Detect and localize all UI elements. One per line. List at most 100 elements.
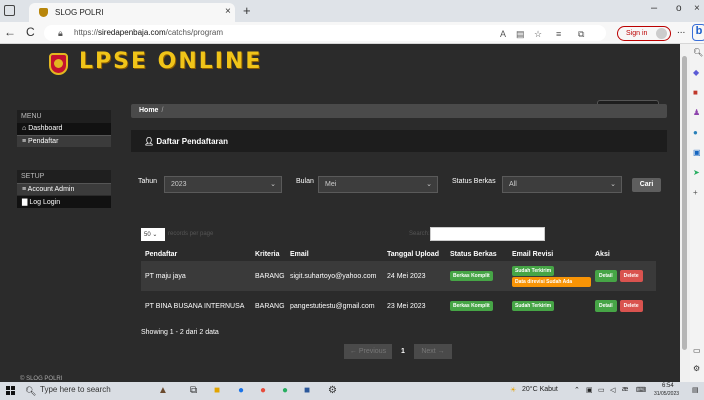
detail-button[interactable]: Detail xyxy=(595,270,617,282)
status-berkas-select[interactable]: All ⌄ xyxy=(502,176,622,193)
reader-view-icon[interactable]: ▤ xyxy=(516,29,525,40)
reload-icon[interactable]: C xyxy=(26,25,35,39)
column-header[interactable]: Aksi xyxy=(591,247,656,261)
notifications-icon[interactable]: ▤ xyxy=(692,386,699,394)
office-icon[interactable]: ● xyxy=(693,128,698,137)
sidebar-item-dashboard[interactable]: ⌂ Dashboard xyxy=(17,123,111,135)
tab-actions-icon[interactable] xyxy=(4,5,15,16)
showing-count: Showing 1 - 2 dari 2 data xyxy=(141,329,219,336)
url-field[interactable]: 🔒︎ https://siredapenbaja.com/catchs/prog… xyxy=(44,25,606,41)
window-close-button[interactable]: × xyxy=(694,3,700,14)
delete-button[interactable]: Delete xyxy=(619,270,643,282)
panel-header: 👤︎ Daftar Pendaftaran xyxy=(131,130,667,152)
volume-icon[interactable]: ◁ xyxy=(610,386,615,394)
add-icon[interactable]: + xyxy=(693,188,698,197)
read-aloud-icon[interactable]: A xyxy=(500,29,506,39)
whatsapp-icon[interactable]: ● xyxy=(282,385,288,396)
scrollbar-thumb[interactable] xyxy=(682,56,687,350)
column-header[interactable]: Status Berkas xyxy=(446,247,508,261)
network-icon[interactable]: ▣ xyxy=(586,386,593,394)
search-input[interactable] xyxy=(430,227,545,241)
status-badge: Berkas Komplit xyxy=(450,271,493,281)
bulan-select[interactable]: Mei ⌄ xyxy=(318,176,438,193)
collections-icon[interactable]: ⧉ xyxy=(578,29,584,40)
browser-tab[interactable]: SLOG POLRI × xyxy=(29,3,235,22)
cari-button[interactable]: Cari xyxy=(632,178,661,192)
tray-chevron-up-icon[interactable]: ⌃ xyxy=(574,386,580,394)
column-header[interactable]: Email xyxy=(286,247,383,261)
tahun-value: 2023 xyxy=(171,181,187,188)
favorites-list-icon[interactable]: ≡ xyxy=(556,29,561,39)
lock-icon[interactable]: 🔒︎ xyxy=(58,28,63,39)
bulan-label: Bulan xyxy=(296,178,314,185)
outlook-icon[interactable]: ▣ xyxy=(693,148,701,157)
search-icon[interactable]: 🔍︎ xyxy=(693,48,703,57)
profile-avatar-icon xyxy=(656,28,667,39)
windows-taskbar: 🔍︎ Type here to search ▲ ⧉ ■ ● ● ● ■ ⚙ ☀… xyxy=(0,382,704,400)
email-cell: sigit.suhartoyo@yahoo.com xyxy=(286,261,383,291)
sidebar-item-pendaftar[interactable]: ≡ Pendaftar xyxy=(17,135,111,147)
windows-start-icon[interactable] xyxy=(6,386,16,396)
clock-date[interactable]: 31/05/2023 xyxy=(654,391,679,397)
task-view-icon[interactable]: ⧉ xyxy=(190,385,197,396)
keyboard-icon[interactable]: ⌨ xyxy=(636,386,646,394)
favorite-star-icon[interactable]: ☆ xyxy=(534,29,542,40)
next-page-button[interactable]: Next → xyxy=(414,344,452,359)
kriteria-cell: BARANG xyxy=(251,291,286,321)
address-bar: ← C 🔒︎ https://siredapenbaja.com/catchs/… xyxy=(0,22,704,44)
delete-button[interactable]: Delete xyxy=(619,300,643,312)
language-icon[interactable]: æ xyxy=(622,386,628,393)
bing-chat-icon[interactable]: b xyxy=(692,24,704,41)
list-icon: ≡ xyxy=(22,138,27,145)
sidebar: MENU ⌂ Dashboard ≡ Pendaftar SETUP ≡ Acc… xyxy=(17,104,111,354)
more-options-icon[interactable]: ... xyxy=(677,25,685,36)
split-screen-icon[interactable]: ▭ xyxy=(693,346,701,355)
battery-icon[interactable]: ▭ xyxy=(598,386,605,394)
send-icon[interactable]: ➤ xyxy=(693,168,700,177)
records-per-page-select[interactable]: 50 ⌄ xyxy=(141,228,165,241)
column-header[interactable]: Pendaftar xyxy=(141,247,251,261)
file-explorer-icon[interactable]: ■ xyxy=(214,385,220,396)
tahun-label: Tahun xyxy=(138,178,158,185)
edge-sidebar: 🔍︎ ◆ ■ ♟ ● ▣ ➤ + ▭ ⚙ xyxy=(690,44,704,382)
email-revisi-cell: Sudah Terkirim Data direvisi Sudah Ada xyxy=(508,261,591,291)
table-row: PT maju jaya BARANG sigit.suhartoyo@yaho… xyxy=(141,261,656,291)
sidebar-item-log-login[interactable]: ▇ Log Login xyxy=(17,196,111,208)
shopping-icon[interactable]: ◆ xyxy=(693,68,699,77)
word-icon[interactable]: ■ xyxy=(304,385,310,396)
email-cell: pangestutiestu@gmail.com xyxy=(286,291,383,321)
menu-heading: MENU xyxy=(17,110,111,123)
window-minimize-button[interactable]: – xyxy=(651,2,657,14)
page-1-button[interactable]: 1 xyxy=(394,344,412,359)
detail-button[interactable]: Detail xyxy=(595,300,617,312)
tab-close-icon[interactable]: × xyxy=(225,6,231,17)
search-icon[interactable]: 🔍︎ xyxy=(25,386,36,397)
settings-gear-icon[interactable]: ⚙ xyxy=(693,364,700,373)
clock-time[interactable]: 6:54 xyxy=(662,383,674,389)
weather-text[interactable]: 20°C Kabut xyxy=(522,386,558,393)
back-arrow-icon[interactable]: ← xyxy=(4,25,16,39)
breadcrumb-home-link[interactable]: Home xyxy=(139,107,158,114)
tools-icon[interactable]: ■ xyxy=(693,88,698,97)
taskbar-search-input[interactable]: Type here to search xyxy=(40,385,111,394)
new-tab-button[interactable]: + xyxy=(243,3,251,18)
cortana-animal-icon[interactable]: ▲ xyxy=(158,385,168,396)
games-icon[interactable]: ♟ xyxy=(693,108,700,117)
edge-browser-icon[interactable]: ● xyxy=(238,385,244,396)
window-restore-button[interactable]: o xyxy=(676,3,682,14)
setup-heading: SETUP xyxy=(17,170,111,183)
email-sent-badge: Sudah Terkirim xyxy=(512,265,555,276)
column-header[interactable]: Tanggal Upload xyxy=(383,247,446,261)
settings-gear-icon[interactable]: ⚙ xyxy=(328,385,337,396)
pendaftaran-table: Pendaftar Kriteria Email Tanggal Upload … xyxy=(141,247,656,321)
sign-in-button[interactable]: Sign in xyxy=(617,26,671,41)
tahun-select[interactable]: 2023 ⌄ xyxy=(164,176,282,193)
previous-page-button[interactable]: ← Previous xyxy=(344,344,392,359)
sign-in-label: Sign in xyxy=(626,30,648,37)
chevron-down-icon: ⌄ xyxy=(152,232,158,238)
aksi-cell: Detail Delete xyxy=(591,261,656,291)
firefox-icon[interactable]: ● xyxy=(260,385,266,396)
column-header[interactable]: Email Revisi xyxy=(508,247,591,261)
column-header[interactable]: Kriteria xyxy=(251,247,286,261)
sidebar-item-account-admin[interactable]: ≡ Account Admin xyxy=(17,183,111,195)
